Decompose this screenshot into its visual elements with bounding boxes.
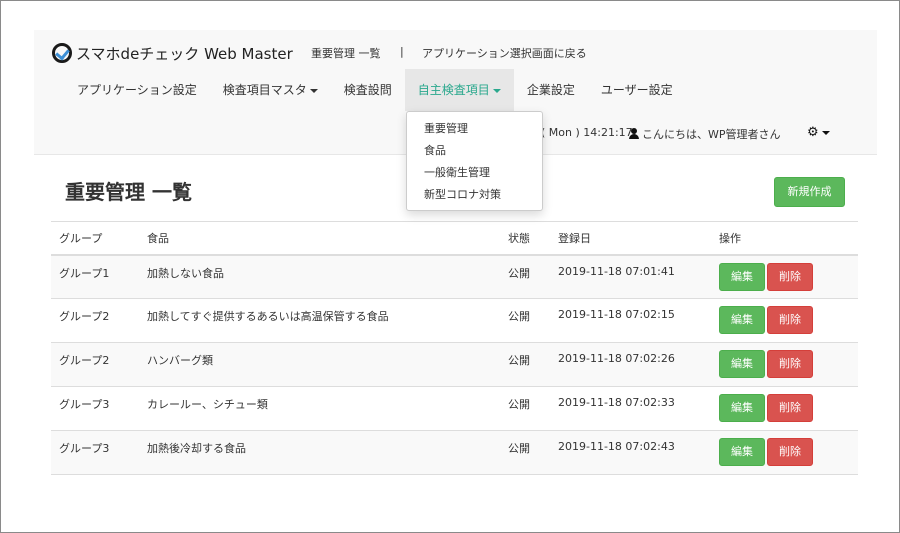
- dropdown-item-food[interactable]: 食品: [407, 140, 542, 162]
- cell-group: グループ1: [51, 254, 139, 299]
- cell-food: ハンバーグ類: [139, 342, 500, 387]
- main-nav: アプリケーション設定 検査項目マスタ 検査設問 自主検査項目 企業設定 ユーザー…: [64, 69, 686, 111]
- column-header-actions: 操作: [711, 221, 858, 256]
- cell-actions: 編集 削除: [711, 386, 858, 431]
- cell-date: 2019-11-18 07:02:15: [550, 298, 711, 343]
- greeting-text: こんにちは、WP管理者さん: [642, 128, 781, 141]
- column-header-date: 登録日: [550, 221, 711, 256]
- cell-status: 公開: [500, 386, 550, 431]
- table-row: グループ3 カレールー、シチュー類 公開 2019-11-18 07:02:33…: [51, 386, 858, 431]
- edit-button[interactable]: 編集: [719, 350, 765, 378]
- cell-group: グループ3: [51, 430, 139, 475]
- check-logo-icon: [52, 43, 72, 63]
- self-inspection-dropdown: 重要管理 食品 一般衛生管理 新型コロナ対策: [406, 111, 543, 211]
- nav-item-label: 検査項目マスタ: [222, 83, 307, 97]
- nav-item-label: ユーザー設定: [600, 83, 673, 97]
- settings-menu-toggle[interactable]: ⚙: [807, 125, 830, 140]
- nav-item-label: アプリケーション設定: [77, 83, 197, 97]
- column-header-food: 食品: [139, 221, 500, 256]
- nav-item-label: 自主検査項目: [417, 83, 490, 97]
- cell-date: 2019-11-18 07:02:33: [550, 386, 711, 431]
- current-datetime: ( Mon ) 14:21:17: [541, 126, 633, 139]
- table-row: グループ2 加熱してすぐ提供するあるいは高温保管する食品 公開 2019-11-…: [51, 298, 858, 343]
- cell-actions: 編集 削除: [711, 254, 858, 299]
- cell-actions: 編集 削除: [711, 298, 858, 343]
- cell-status: 公開: [500, 342, 550, 387]
- nav-item-app-settings[interactable]: アプリケーション設定: [64, 69, 210, 111]
- cell-actions: 編集 削除: [711, 430, 858, 475]
- cell-date: 2019-11-18 07:01:41: [550, 254, 711, 299]
- cell-group: グループ3: [51, 386, 139, 431]
- column-header-status: 状態: [500, 221, 550, 256]
- caret-down-icon: [492, 88, 501, 93]
- dropdown-item-covid-measures[interactable]: 新型コロナ対策: [407, 184, 542, 206]
- cell-food: 加熱してすぐ提供するあるいは高温保管する食品: [139, 298, 500, 343]
- nav-item-inspection-master[interactable]: 検査項目マスタ: [210, 69, 331, 111]
- cell-date: 2019-11-18 07:02:26: [550, 342, 711, 387]
- edit-button[interactable]: 編集: [719, 262, 765, 291]
- gear-icon: ⚙: [807, 125, 819, 140]
- cell-status: 公開: [500, 298, 550, 343]
- cell-group: グループ2: [51, 298, 139, 343]
- nav-item-self-inspection[interactable]: 自主検査項目: [404, 69, 514, 111]
- dropdown-item-critical-control[interactable]: 重要管理: [407, 118, 542, 140]
- edit-button[interactable]: 編集: [719, 394, 765, 422]
- cell-group: グループ2: [51, 342, 139, 387]
- back-to-app-selection-link[interactable]: アプリケーション選択画面に戻る: [422, 45, 587, 61]
- user-greeting: こんにちは、WP管理者さん: [629, 126, 781, 142]
- brand-name: スマホdeチェック Web Master: [76, 44, 293, 63]
- caret-down-icon: [309, 88, 318, 93]
- delete-button[interactable]: 削除: [767, 306, 813, 334]
- table-row: グループ3 加熱後冷却する食品 公開 2019-11-18 07:02:43 編…: [51, 430, 858, 475]
- cell-actions: 編集 削除: [711, 342, 858, 387]
- edit-button[interactable]: 編集: [719, 306, 765, 334]
- table-header-row: グループ 食品 状態 登録日 操作: [51, 221, 858, 256]
- breadcrumb-current: 重要管理 一覧: [311, 47, 381, 60]
- delete-button[interactable]: 削除: [767, 350, 813, 378]
- cell-date: 2019-11-18 07:02:43: [550, 430, 711, 475]
- table-row: グループ1 加熱しない食品 公開 2019-11-18 07:01:41 編集削…: [51, 254, 858, 299]
- cell-food: 加熱しない食品: [139, 254, 500, 299]
- cell-food: カレールー、シチュー類: [139, 386, 500, 431]
- nav-item-label: 検査設問: [343, 83, 392, 97]
- dropdown-item-general-hygiene[interactable]: 一般衛生管理: [407, 162, 542, 184]
- delete-button[interactable]: 削除: [767, 438, 813, 466]
- cell-status: 公開: [500, 254, 550, 299]
- page-title: 重要管理 一覧: [65, 180, 192, 204]
- edit-button[interactable]: 編集: [719, 438, 765, 466]
- user-icon: [629, 128, 639, 139]
- delete-button[interactable]: 削除: [767, 262, 813, 291]
- nav-item-company-settings[interactable]: 企業設定: [514, 69, 588, 111]
- caret-down-icon: [821, 130, 830, 135]
- table-row: グループ2 ハンバーグ類 公開 2019-11-18 07:02:26 編集 削除: [51, 342, 858, 387]
- nav-item-inspection-questions[interactable]: 検査設問: [331, 69, 405, 111]
- nav-item-user-settings[interactable]: ユーザー設定: [588, 69, 686, 111]
- delete-button[interactable]: 削除: [767, 394, 813, 422]
- brand[interactable]: スマホdeチェック Web Master: [52, 42, 293, 64]
- column-header-group: グループ: [51, 221, 139, 256]
- cell-status: 公開: [500, 430, 550, 475]
- cell-food: 加熱後冷却する食品: [139, 430, 500, 475]
- critical-control-table: グループ 食品 状態 登録日 操作 グループ1 加熱しない食品 公開 2019-…: [51, 221, 858, 475]
- nav-item-label: 企業設定: [526, 83, 575, 97]
- breadcrumb-separator: |: [400, 45, 404, 58]
- create-new-button[interactable]: 新規作成: [774, 177, 845, 207]
